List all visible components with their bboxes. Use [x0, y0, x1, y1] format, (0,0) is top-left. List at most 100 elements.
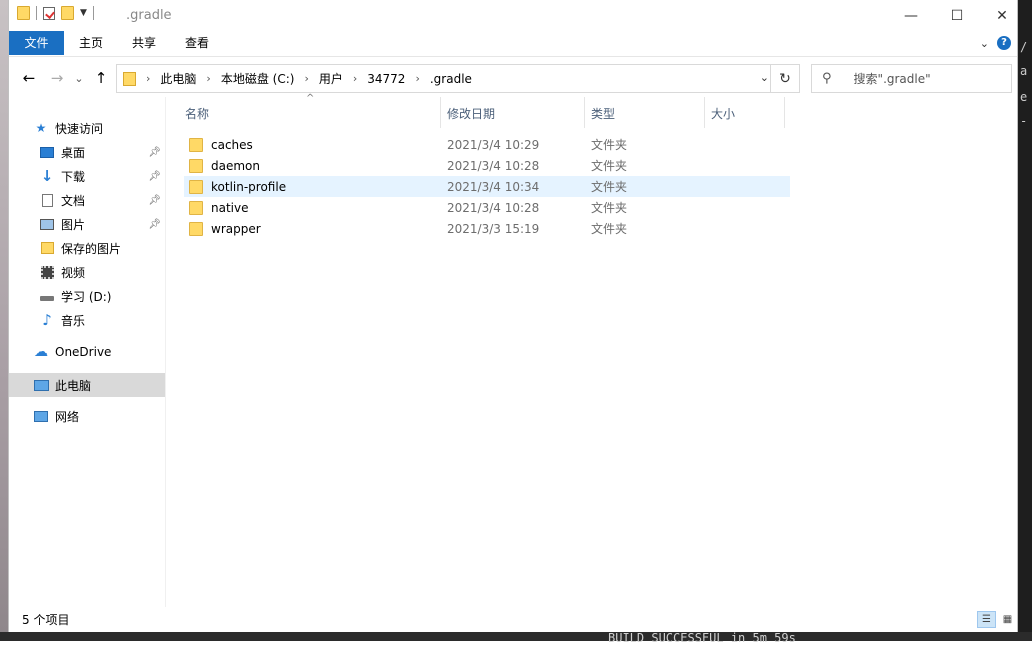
- folder-icon: [189, 158, 203, 173]
- file-row-kotlin-profile[interactable]: kotlin-profile 2021/3/4 10:34 文件夹: [184, 176, 790, 197]
- maximize-button[interactable]: ☐: [934, 0, 980, 31]
- sidebar-item-label: 视频: [61, 265, 86, 280]
- chevron-down-icon[interactable]: ▼: [80, 8, 87, 18]
- background-char: a: [1020, 64, 1028, 78]
- forward-button[interactable]: →: [47, 68, 67, 88]
- column-header-name[interactable]: 名称: [179, 97, 441, 128]
- tab-home[interactable]: 主页: [69, 31, 113, 55]
- breadcrumb-gradle[interactable]: .gradle: [430, 72, 472, 86]
- sidebar-item-network[interactable]: 网络: [9, 404, 165, 428]
- sidebar-item-documents[interactable]: 文档 📌︎: [9, 188, 165, 212]
- recent-locations-button[interactable]: ⌄: [69, 68, 89, 88]
- file-name: caches: [211, 137, 253, 152]
- search-box[interactable]: ⚲: [811, 64, 1012, 93]
- help-icon[interactable]: ?: [997, 36, 1011, 50]
- chevron-right-icon[interactable]: ›: [206, 72, 210, 85]
- minimize-button[interactable]: —: [888, 0, 934, 31]
- up-button[interactable]: ↑: [91, 68, 111, 88]
- breadcrumb-this-pc[interactable]: 此电脑: [160, 70, 196, 87]
- sidebar-item-label: OneDrive: [55, 345, 112, 359]
- sidebar-item-onedrive[interactable]: ☁ OneDrive: [9, 340, 165, 364]
- close-button[interactable]: ✕: [979, 0, 1025, 31]
- background-char: /: [1020, 40, 1028, 54]
- chevron-right-icon[interactable]: ›: [146, 72, 150, 85]
- chevron-right-icon[interactable]: ›: [304, 72, 308, 85]
- pin-icon[interactable]: 📌︎: [148, 147, 161, 158]
- sidebar-item-label: 快速访问: [55, 121, 104, 136]
- video-icon: [39, 265, 55, 279]
- pane-divider[interactable]: [165, 97, 166, 607]
- picture-icon: [39, 217, 55, 231]
- file-date: 2021/3/4 10:34: [447, 179, 540, 194]
- sidebar-item-videos[interactable]: 视频: [9, 260, 165, 284]
- divider: [92, 6, 94, 20]
- file-row-caches[interactable]: caches 2021/3/4 10:29 文件夹: [184, 134, 790, 155]
- file-row-wrapper[interactable]: wrapper 2021/3/3 15:19 文件夹: [184, 218, 790, 239]
- sidebar-item-desktop[interactable]: 桌面 📌︎: [9, 140, 165, 164]
- sidebar-item-saved-pictures[interactable]: 保存的图片: [9, 236, 165, 260]
- file-date: 2021/3/4 10:28: [447, 200, 540, 215]
- folder-icon: [17, 6, 30, 20]
- document-icon: [39, 193, 55, 207]
- navigation-pane: ★ 快速访问 桌面 📌︎ ↓ 下载 📌︎ 文档 📌︎ 图片 📌︎ 保存的图片 视…: [9, 97, 165, 607]
- file-type: 文件夹: [591, 201, 628, 215]
- item-count: 5 个项目: [22, 613, 70, 627]
- column-header-date[interactable]: 修改日期: [441, 97, 585, 128]
- refresh-button[interactable]: ↻: [770, 65, 799, 92]
- file-list: ^ 名称 修改日期 类型 大小 caches 2021/3/4 10:29 文件…: [179, 93, 1009, 607]
- ribbon-controls: ⌄ ?: [980, 36, 1011, 50]
- tab-view[interactable]: 查看: [175, 31, 219, 55]
- file-row-daemon[interactable]: daemon 2021/3/4 10:28 文件夹: [184, 155, 790, 176]
- sidebar-item-quick-access[interactable]: ★ 快速访问: [9, 116, 165, 140]
- chevron-down-icon[interactable]: ⌄: [760, 71, 769, 84]
- sidebar-item-this-pc[interactable]: 此电脑: [9, 373, 165, 397]
- file-type: 文件夹: [591, 159, 628, 173]
- file-type: 文件夹: [591, 180, 628, 194]
- sidebar-item-label: 此电脑: [55, 378, 92, 393]
- sidebar-item-label: 下载: [61, 169, 86, 184]
- music-icon: ♪: [42, 311, 52, 329]
- folder-icon: [39, 241, 55, 255]
- search-input[interactable]: [851, 70, 1011, 87]
- file-name: kotlin-profile: [211, 179, 287, 194]
- chevron-right-icon[interactable]: ›: [353, 72, 357, 85]
- background-char: e: [1020, 90, 1028, 104]
- window-title: .gradle: [126, 8, 172, 23]
- sidebar-item-label: 图片: [61, 217, 86, 232]
- sidebar-item-downloads[interactable]: ↓ 下载 📌︎: [9, 164, 165, 188]
- file-date: 2021/3/4 10:29: [447, 137, 540, 152]
- details-view-icon[interactable]: ☰: [977, 611, 996, 628]
- folder-icon: [189, 179, 203, 194]
- file-name: native: [211, 200, 249, 215]
- properties-icon[interactable]: [43, 6, 55, 20]
- breadcrumb-local-disk[interactable]: 本地磁盘 (C:): [221, 70, 295, 87]
- navigation-bar: ← → ⌄ ↑ › 此电脑 › 本地磁盘 (C:) › 用户 › 34772 ›…: [9, 64, 1017, 94]
- file-name: wrapper: [211, 221, 261, 236]
- ribbon-tabs: 文件 主页 共享 查看 ⌄ ?: [9, 31, 1017, 57]
- breadcrumb-users[interactable]: 用户: [319, 70, 343, 87]
- sidebar-item-label: 保存的图片: [61, 241, 122, 256]
- tab-file[interactable]: 文件: [9, 31, 64, 55]
- file-row-native[interactable]: native 2021/3/4 10:28 文件夹: [184, 197, 790, 218]
- file-type: 文件夹: [591, 138, 628, 152]
- expand-ribbon-icon[interactable]: ⌄: [980, 37, 989, 50]
- pin-icon[interactable]: 📌︎: [148, 219, 161, 230]
- sidebar-item-pictures[interactable]: 图片 📌︎: [9, 212, 165, 236]
- back-button[interactable]: ←: [19, 68, 39, 88]
- sidebar-item-drive-d[interactable]: 学习 (D:): [9, 284, 165, 308]
- chevron-right-icon[interactable]: ›: [415, 72, 419, 85]
- pin-icon[interactable]: 📌︎: [148, 195, 161, 206]
- drive-icon: [39, 289, 55, 303]
- status-bar: 5 个项目 ☰ ▦: [9, 607, 1017, 632]
- column-header-size[interactable]: 大小: [705, 97, 785, 128]
- large-icons-view-icon[interactable]: ▦: [998, 611, 1017, 628]
- column-header-type[interactable]: 类型: [585, 97, 705, 128]
- pin-icon[interactable]: 📌︎: [148, 171, 161, 182]
- address-bar[interactable]: › 此电脑 › 本地磁盘 (C:) › 用户 › 34772 › .gradle…: [116, 64, 800, 93]
- tab-share[interactable]: 共享: [122, 31, 166, 55]
- background-terminal-text: BUILD SUCCESSFUL in 5m 59s: [608, 631, 796, 645]
- view-switcher: ☰ ▦: [977, 611, 1017, 628]
- new-folder-icon[interactable]: [61, 6, 74, 20]
- breadcrumb-user[interactable]: 34772: [367, 72, 405, 86]
- sidebar-item-music[interactable]: ♪ 音乐: [9, 308, 165, 332]
